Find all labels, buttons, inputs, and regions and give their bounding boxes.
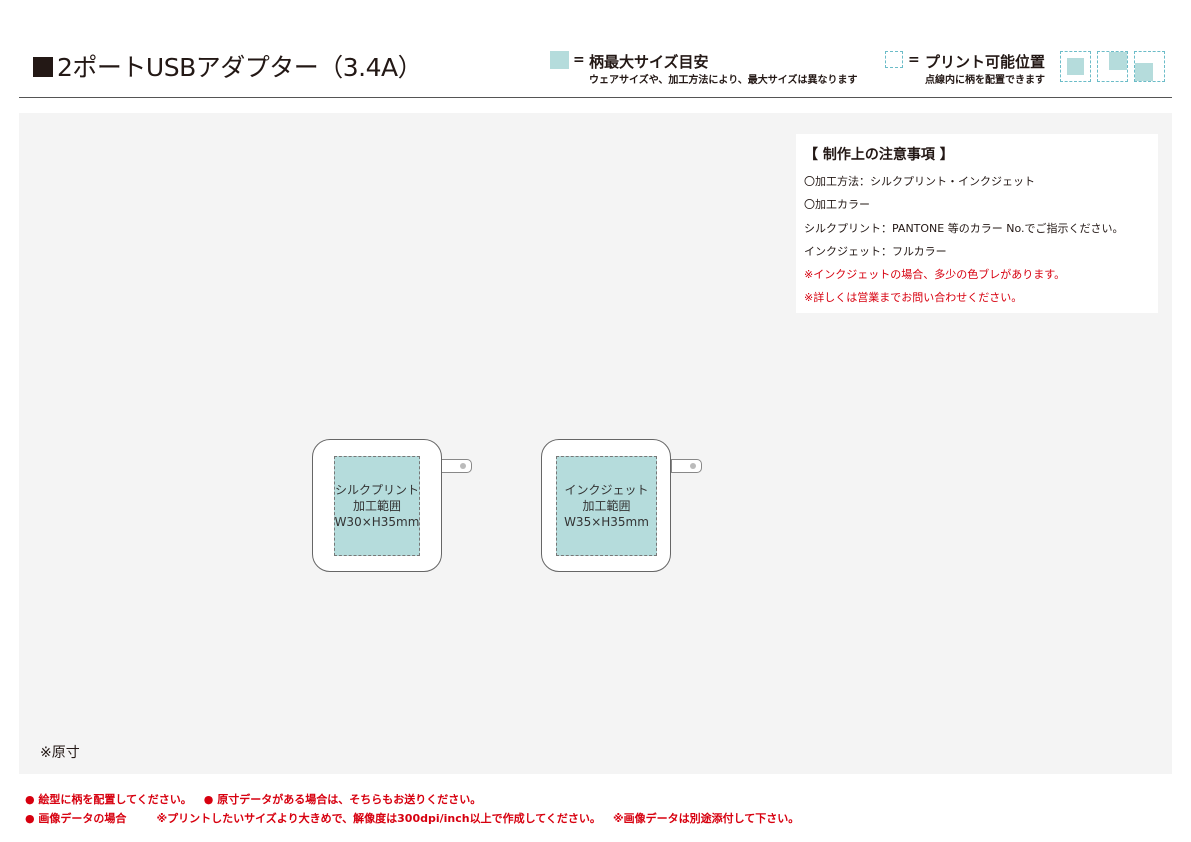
notes-line: 〇加工方法：シルクプリント・インクジェット (804, 175, 1035, 188)
legend-print-subtitle: 点線内に柄を配置できます (925, 75, 1045, 86)
position-sample-center-icon (1060, 51, 1091, 82)
adapter-plug-prong-silk (441, 459, 472, 473)
position-sample-bottom-right-icon (1134, 51, 1165, 82)
legend-fill-title: 柄最大サイズ目安 (589, 53, 709, 71)
footer-note: ※画像データは別途添付して下さい。 (612, 812, 800, 825)
footer-line-1: ● 絵型に柄を配置してください。 ● 原寸データがある場合は、そちらもお送りくださ… (25, 791, 493, 807)
print-area-inkjet: インクジェット 加工範囲 W35×H35mm (556, 456, 657, 556)
footer-line-2: ● 画像データの場合 ※プリントしたいサイズより大きめで、解像度は300dpi/i… (25, 810, 811, 826)
print-method-label: シルクプリント (335, 483, 420, 497)
footer-note: ※プリントしたいサイズより大きめで、解像度は300dpi/inch以上で作成して… (156, 812, 601, 825)
print-area-label: 加工範囲 (352, 499, 401, 513)
notes-warning: ※詳しくは営業までお問い合わせください。 (804, 291, 1023, 305)
adapter-plug-prong-inkjet (671, 459, 702, 473)
notes-title: 【 制作上の注意事項 】 (804, 147, 954, 163)
notes-warning: ※インクジェットの場合、多少の色ブレがあります。 (804, 268, 1066, 282)
production-notes: 【 制作上の注意事項 】 〇加工方法：シルクプリント・インクジェット 〇加工カラ… (796, 134, 1158, 313)
notes-line: 〇加工カラー (804, 198, 870, 212)
page-title: 2ポートUSBアダプター（3.4A） (33, 48, 423, 84)
notes-line: インクジェット：フルカラー (804, 244, 947, 258)
footer-note: ● 画像データの場合 (25, 812, 127, 825)
print-area-size: W35×H35mm (564, 515, 649, 529)
position-sample-top-right-icon (1097, 51, 1128, 82)
actual-size-note: ※原寸 (40, 745, 80, 761)
print-area-label: 加工範囲 (582, 499, 631, 513)
adapter-template-silk: シルクプリント 加工範囲 W30×H35mm (312, 439, 442, 572)
title-square-icon (33, 57, 53, 77)
notes-line: シルクプリント：PANTONE 等のカラー No.でご指示ください。 (804, 221, 1124, 235)
legend-fill-equals: = (573, 52, 585, 68)
legend-fill-subtitle: ウェアサイズや、加工方法により、最大サイズは異なります (589, 75, 858, 86)
legend-fill-swatch (550, 51, 569, 69)
footer-note: ● 絵型に柄を配置してください。 (25, 793, 192, 806)
legend-print-swatch (885, 51, 903, 68)
header-divider (19, 97, 1172, 98)
adapter-template-inkjet: インクジェット 加工範囲 W35×H35mm (541, 439, 671, 572)
legend-print-equals: = (908, 52, 920, 68)
legend-print-title: プリント可能位置 (925, 53, 1046, 71)
print-area-size: W30×H35mm (334, 515, 420, 529)
print-area-silk: シルクプリント 加工範囲 W30×H35mm (334, 456, 420, 556)
footer-note: ● 原寸データがある場合は、そちらもお送りください。 (203, 793, 482, 806)
print-method-label: インクジェット (564, 483, 649, 497)
